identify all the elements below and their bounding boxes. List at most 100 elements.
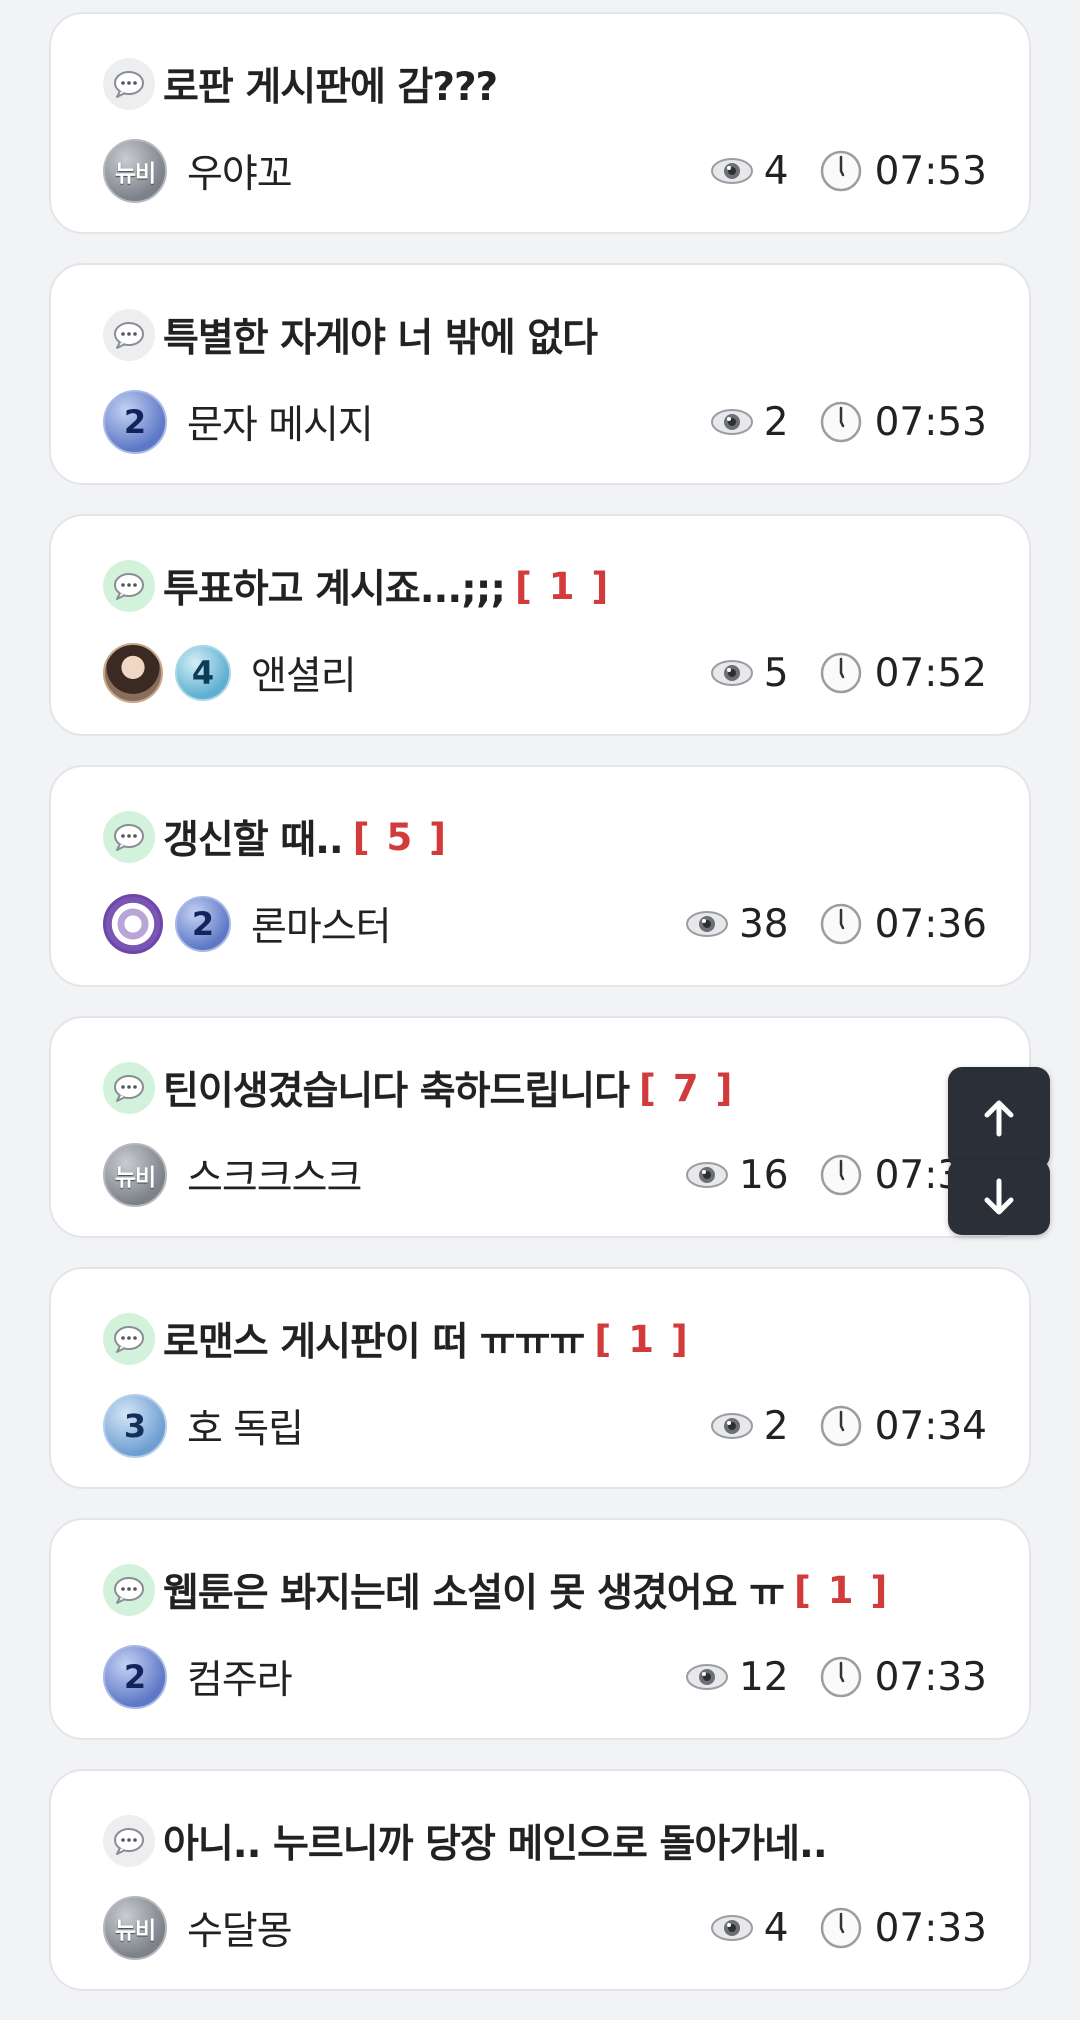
view-count: 2: [763, 1403, 789, 1449]
eye-icon: [710, 660, 753, 686]
post-card[interactable]: 로맨스 게시판이 떠 ㅠㅠㅠ[ 1 ] 3 호 독립 2 07:34: [49, 1267, 1031, 1489]
post-title[interactable]: 웹툰은 봐지는데 소설이 못 생겼어요 ㅠ: [163, 1562, 785, 1618]
post-meta: 뉴비 수달몽: [103, 1895, 293, 1961]
eye-icon: [710, 158, 753, 184]
eye-icon: [710, 1915, 753, 1941]
author-name[interactable]: 우야꼬: [187, 143, 293, 199]
post-list: 로판 게시판에 감??? 뉴비 우야꼬 4 07:53 특별한 자게야 너 밖에 없다 2 문…: [49, 12, 1031, 2020]
eye-icon: [710, 409, 753, 435]
post-title[interactable]: 아니.. 누르니까 당장 메인으로 돌아가네..: [163, 1813, 828, 1869]
chat-bubble-icon: [103, 1313, 155, 1365]
post-meta: 3 호 독립: [103, 1393, 304, 1459]
post-title[interactable]: 틴이생겼습니다 축하드립니다: [163, 1060, 630, 1116]
view-count: 4: [763, 148, 789, 194]
level-badge: 뉴비: [103, 1896, 167, 1960]
post-meta: 2 문자 메시지: [103, 389, 374, 455]
chat-bubble-icon: [103, 1564, 155, 1616]
post-title-row[interactable]: 틴이생겼습니다 축하드립니다[ 7 ]: [103, 1060, 734, 1116]
post-card[interactable]: 투표하고 계시죠...;;;[ 1 ] 4 앤셜리 5 07:52: [49, 514, 1031, 736]
post-stats: 5 07:52: [710, 640, 987, 706]
post-title[interactable]: 특별한 자게야 너 밖에 없다: [163, 307, 598, 363]
post-title[interactable]: 로맨스 게시판이 떠 ㅠㅠㅠ: [163, 1311, 585, 1367]
clock-icon: [820, 1907, 861, 1949]
chat-bubble-icon: [103, 309, 155, 361]
author-name[interactable]: 스크크스크: [187, 1147, 362, 1203]
author-name[interactable]: 론마스터: [251, 896, 392, 952]
level-badge: 3: [103, 1394, 167, 1458]
eye-icon: [685, 911, 728, 937]
level-badge: 4: [175, 645, 231, 701]
post-meta: 2 컴주라: [103, 1644, 293, 1710]
eye-icon: [685, 1664, 728, 1690]
post-card[interactable]: 특별한 자게야 너 밖에 없다 2 문자 메시지 2 07:53: [49, 263, 1031, 485]
author-name[interactable]: 컴주라: [187, 1649, 293, 1705]
post-title[interactable]: 갱신할 때..: [163, 809, 344, 865]
post-card[interactable]: 로판 게시판에 감??? 뉴비 우야꼬 4 07:53: [49, 12, 1031, 234]
post-stats: 2 07:53: [710, 389, 987, 455]
clock-icon: [820, 1656, 861, 1698]
clock-icon: [820, 903, 861, 945]
chat-bubble-icon: [103, 58, 155, 110]
avatar: [103, 894, 163, 954]
post-card[interactable]: 갱신할 때..[ 5 ] 2 론마스터 38 07:36: [49, 765, 1031, 987]
post-title-row[interactable]: 갱신할 때..[ 5 ]: [103, 809, 448, 865]
eye-icon: [685, 1162, 728, 1188]
post-card[interactable]: 아니.. 누르니까 당장 메인으로 돌아가네.. 뉴비 수달몽 4 07:33: [49, 1769, 1031, 1991]
post-card[interactable]: 웹툰은 봐지는데 소설이 못 생겼어요 ㅠ[ 1 ] 2 컴주라 12 07:33: [49, 1518, 1031, 1740]
post-time: 07:52: [874, 650, 987, 696]
post-title-row[interactable]: 아니.. 누르니까 당장 메인으로 돌아가네..: [103, 1813, 837, 1869]
view-count: 16: [738, 1152, 789, 1198]
comment-count: [ 7 ]: [639, 1066, 735, 1110]
post-title-row[interactable]: 로맨스 게시판이 떠 ㅠㅠㅠ[ 1 ]: [103, 1311, 690, 1367]
author-name[interactable]: 앤셜리: [251, 645, 357, 701]
scroll-bottom-button[interactable]: [948, 1159, 1050, 1235]
clock-icon: [820, 1154, 861, 1196]
post-stats: 38 07:36: [685, 891, 987, 957]
post-stats: 12 07:33: [685, 1644, 987, 1710]
comment-count: [ 1 ]: [514, 564, 611, 608]
post-time: 07:53: [874, 399, 987, 445]
post-title-row[interactable]: 특별한 자게야 너 밖에 없다: [103, 307, 607, 363]
eye-icon: [710, 1413, 753, 1439]
chat-bubble-icon: [103, 811, 155, 863]
view-count: 12: [738, 1654, 789, 1700]
post-time: 07:33: [874, 1654, 987, 1700]
post-meta: 뉴비 우야꼬: [103, 138, 293, 204]
author-name[interactable]: 문자 메시지: [187, 394, 374, 450]
arrow-up-icon: [984, 1100, 1014, 1137]
post-title-row[interactable]: 로판 게시판에 감???: [103, 56, 507, 112]
post-stats: 4 07:33: [710, 1895, 987, 1961]
clock-icon: [820, 1405, 861, 1447]
clock-icon: [820, 652, 861, 694]
author-name[interactable]: 수달몽: [187, 1900, 293, 1956]
post-meta: 4 앤셜리: [103, 640, 357, 706]
post-stats: 4 07:53: [710, 138, 987, 204]
level-badge: 2: [103, 390, 167, 454]
chat-bubble-icon: [103, 1062, 155, 1114]
post-title-row[interactable]: 투표하고 계시죠...;;;[ 1 ]: [103, 558, 610, 614]
author-name[interactable]: 호 독립: [187, 1398, 304, 1454]
comment-count: [ 1 ]: [793, 1568, 890, 1612]
post-title[interactable]: 로판 게시판에 감???: [163, 56, 498, 112]
view-count: 38: [738, 901, 789, 947]
view-count: 4: [763, 1905, 789, 1951]
post-time: 07:33: [874, 1905, 987, 1951]
post-time: 07:53: [874, 148, 987, 194]
level-badge: 뉴비: [103, 1143, 167, 1207]
clock-icon: [820, 150, 861, 192]
clock-icon: [820, 401, 861, 443]
level-badge: 뉴비: [103, 139, 167, 203]
scroll-top-button[interactable]: [948, 1067, 1050, 1169]
comment-count: [ 5 ]: [352, 815, 449, 859]
level-badge: 2: [103, 1645, 167, 1709]
view-count: 5: [763, 650, 789, 696]
post-meta: 2 론마스터: [103, 891, 392, 957]
chat-bubble-icon: [103, 560, 155, 612]
level-badge: 2: [175, 896, 231, 952]
post-title-row[interactable]: 웹툰은 봐지는데 소설이 못 생겼어요 ㅠ[ 1 ]: [103, 1562, 889, 1618]
comment-count: [ 1 ]: [594, 1317, 690, 1361]
post-stats: 2 07:34: [710, 1393, 987, 1459]
post-title[interactable]: 투표하고 계시죠...;;;: [163, 558, 506, 614]
post-card[interactable]: 틴이생겼습니다 축하드립니다[ 7 ] 뉴비 스크크스크 16 07:35: [49, 1016, 1031, 1238]
arrow-down-icon: [984, 1178, 1014, 1215]
